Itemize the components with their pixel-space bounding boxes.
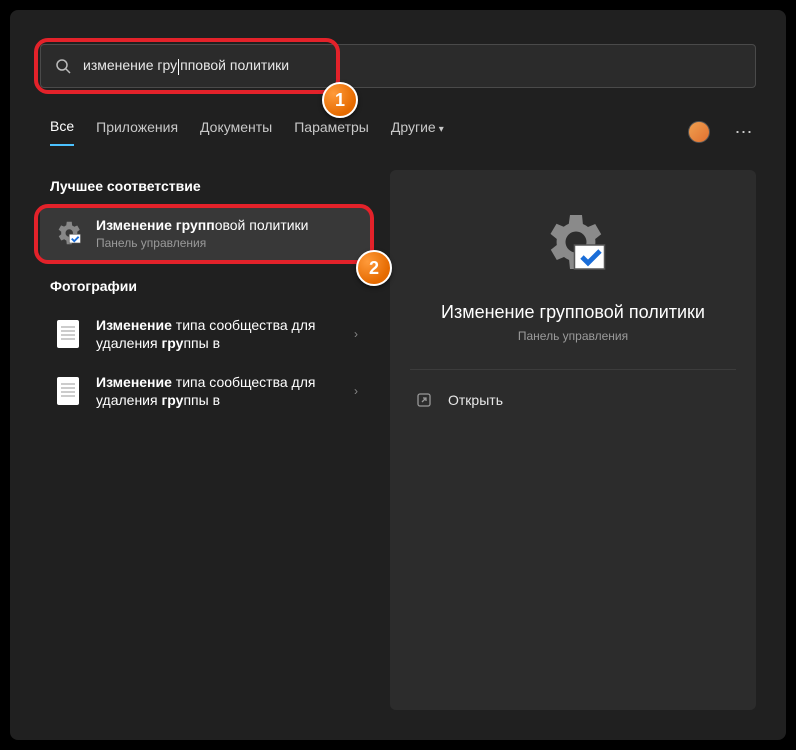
chevron-down-icon: ▾: [439, 124, 444, 135]
tab-documents[interactable]: Документы: [200, 119, 272, 145]
document-icon: [52, 375, 84, 407]
chevron-right-icon: ›: [354, 384, 358, 398]
detail-subtitle: Панель управления: [410, 329, 736, 343]
detail-panel: Изменение групповой политики Панель упра…: [390, 170, 756, 710]
open-action[interactable]: Открыть: [410, 382, 736, 418]
results-list: Лучшее соответствие Изменение групповой …: [40, 170, 370, 419]
search-query-text: изменение групповой политики: [83, 57, 289, 74]
result-title: Изменение типа сообщества для удаления г…: [96, 373, 346, 409]
more-options-button[interactable]: ⋯: [732, 122, 756, 143]
detail-icon: [410, 206, 736, 278]
detail-title: Изменение групповой политики: [410, 302, 736, 323]
result-photo-0[interactable]: Изменение типа сообщества для удаления г…: [40, 306, 370, 362]
result-photo-1[interactable]: Изменение типа сообщества для удаления г…: [40, 363, 370, 419]
search-icon: [55, 58, 71, 74]
result-subtitle: Панель управления: [96, 236, 358, 250]
tab-settings[interactable]: Параметры: [294, 119, 369, 145]
user-avatar[interactable]: [688, 121, 710, 143]
gear-icon: [52, 217, 84, 249]
section-best-match: Лучшее соответствие: [50, 178, 370, 194]
result-title: Изменение типа сообщества для удаления г…: [96, 316, 346, 352]
divider: [410, 369, 736, 370]
search-window: изменение групповой политики Все Приложе…: [10, 10, 786, 740]
result-title: Изменение групповой политики: [96, 216, 358, 234]
tab-apps[interactable]: Приложения: [96, 119, 178, 145]
section-photos: Фотографии: [50, 278, 370, 294]
tab-all[interactable]: Все: [50, 118, 74, 146]
chevron-right-icon: ›: [354, 327, 358, 341]
result-best-match[interactable]: Изменение групповой политики Панель упра…: [40, 206, 370, 260]
open-icon: [416, 392, 432, 408]
search-bar-container: изменение групповой политики: [40, 44, 756, 88]
search-input[interactable]: изменение групповой политики: [40, 44, 756, 88]
tab-more[interactable]: Другие▾: [391, 119, 444, 145]
filter-tabs: Все Приложения Документы Параметры Други…: [50, 118, 756, 146]
open-label: Открыть: [448, 392, 503, 408]
document-icon: [52, 318, 84, 350]
